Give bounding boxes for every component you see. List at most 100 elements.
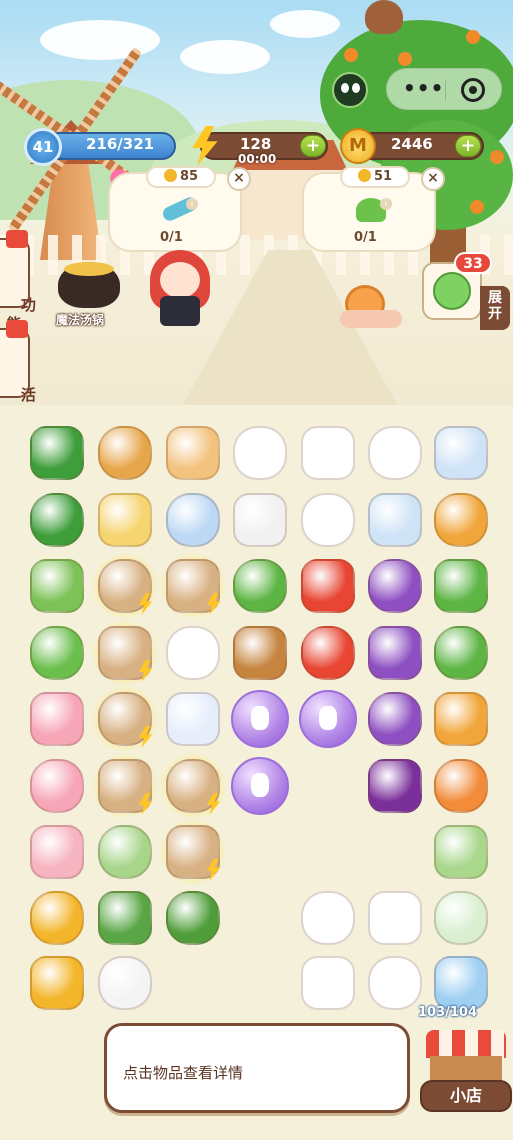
bunny-small-icon <box>301 891 355 945</box>
board-cell[interactable] <box>428 819 494 885</box>
grape-small-icon <box>368 692 422 746</box>
board-cell[interactable] <box>295 686 361 752</box>
board-cell[interactable] <box>362 487 428 553</box>
board-cell[interactable] <box>92 950 158 1016</box>
girl-character[interactable] <box>160 262 200 298</box>
board-cell[interactable] <box>295 553 361 619</box>
board-cell[interactable] <box>362 620 428 686</box>
order-bubble[interactable]: 85 i 0/1 <box>108 166 242 252</box>
board-cell[interactable] <box>24 753 90 819</box>
more-icon[interactable]: ••• <box>403 76 444 100</box>
bunny-sleeping-icon <box>368 891 422 945</box>
board-cell[interactable] <box>362 686 428 752</box>
order-price-value: 85 <box>179 169 199 184</box>
board-cell[interactable] <box>92 620 158 686</box>
bunny-plush-icon <box>301 493 355 547</box>
board-cell[interactable] <box>160 420 226 486</box>
orange <box>466 30 480 44</box>
board-cell[interactable] <box>92 420 158 486</box>
board-cell[interactable] <box>428 686 494 752</box>
board-cell[interactable] <box>428 753 494 819</box>
board-cell[interactable] <box>24 950 90 1016</box>
board-cell[interactable] <box>92 553 158 619</box>
board-cell[interactable] <box>295 950 361 1016</box>
board-cell[interactable] <box>160 819 226 885</box>
order-bubble[interactable]: 51 i 0/1 <box>302 166 436 252</box>
energy-text: 128 <box>240 135 272 153</box>
board-cell[interactable] <box>362 885 428 951</box>
order-price-value: 51 <box>373 169 393 184</box>
board-cell[interactable] <box>295 885 361 951</box>
board-cell[interactable] <box>428 553 494 619</box>
cloud <box>180 40 270 74</box>
board-cell[interactable] <box>428 885 494 951</box>
board-cell[interactable] <box>362 553 428 619</box>
lettuce-basket-icon <box>30 559 84 613</box>
board-cell[interactable] <box>92 686 158 752</box>
purple-bubble-icon <box>231 690 289 748</box>
board-cell[interactable] <box>428 420 494 486</box>
board-cell[interactable] <box>227 686 293 752</box>
watermelon-slice-icon <box>30 426 84 480</box>
board-cell[interactable] <box>92 487 158 553</box>
board-cell[interactable] <box>160 686 226 752</box>
board-cell[interactable] <box>24 885 90 951</box>
board-cell[interactable] <box>160 753 226 819</box>
board-cell[interactable] <box>24 686 90 752</box>
add-coins-button[interactable]: + <box>455 135 481 157</box>
board-capacity: 103/104 <box>418 1005 478 1020</box>
board-cell[interactable] <box>227 753 293 819</box>
board-cell[interactable] <box>362 420 428 486</box>
board-cell[interactable] <box>428 487 494 553</box>
board-cell[interactable] <box>160 487 226 553</box>
board-cell[interactable] <box>160 885 226 951</box>
board-cell[interactable] <box>24 487 90 553</box>
close-order-button[interactable]: × <box>227 167 251 191</box>
board-cell[interactable] <box>295 620 361 686</box>
board-cell[interactable] <box>227 420 293 486</box>
purple-bubble-icon <box>299 690 357 748</box>
shop-button[interactable]: 小店 <box>418 1026 513 1116</box>
order-info-icon[interactable]: i <box>186 198 198 210</box>
cloud <box>270 10 340 38</box>
orange <box>490 150 504 164</box>
coin-icon: M <box>340 128 376 164</box>
board-cell[interactable] <box>295 420 361 486</box>
grapes-icon <box>368 626 422 680</box>
camera-button[interactable] <box>332 72 368 108</box>
activity-tab[interactable]: 活 动 <box>0 320 36 404</box>
board-cell[interactable] <box>160 620 226 686</box>
board-cell[interactable] <box>428 620 494 686</box>
plum-icon <box>368 759 422 813</box>
board-cell[interactable] <box>227 487 293 553</box>
board-cell[interactable] <box>92 819 158 885</box>
board-cell[interactable] <box>24 620 90 686</box>
board-cell[interactable] <box>24 819 90 885</box>
board-cell[interactable] <box>92 885 158 951</box>
pea-pod-icon <box>98 825 152 879</box>
order-count: 0/1 <box>160 230 183 245</box>
close-order-button[interactable]: × <box>421 167 445 191</box>
board-cell[interactable] <box>24 553 90 619</box>
scissors-icon <box>433 272 471 310</box>
gift-badge-icon <box>6 230 28 248</box>
add-energy-button[interactable]: + <box>300 135 326 157</box>
board-cell[interactable] <box>92 753 158 819</box>
face-mask-icon <box>434 426 488 480</box>
sugar-cube-icon <box>98 956 152 1010</box>
board-cell[interactable] <box>24 420 90 486</box>
expand-button[interactable]: 33 展 开 <box>422 252 510 330</box>
order-info-icon[interactable]: i <box>380 198 392 210</box>
shop-awning <box>426 1030 506 1058</box>
pink-sheep-icon <box>30 759 84 813</box>
board-cell[interactable] <box>362 753 428 819</box>
close-program-icon[interactable] <box>461 78 485 102</box>
exp-text: 216/321 <box>86 135 155 153</box>
board-cell[interactable] <box>227 553 293 619</box>
strawberry-icon <box>434 891 488 945</box>
board-cell[interactable] <box>227 620 293 686</box>
board-cell[interactable] <box>295 487 361 553</box>
function-tab[interactable]: 功 能 <box>0 230 36 333</box>
board-cell[interactable] <box>160 553 226 619</box>
order-count: 0/1 <box>354 230 377 245</box>
